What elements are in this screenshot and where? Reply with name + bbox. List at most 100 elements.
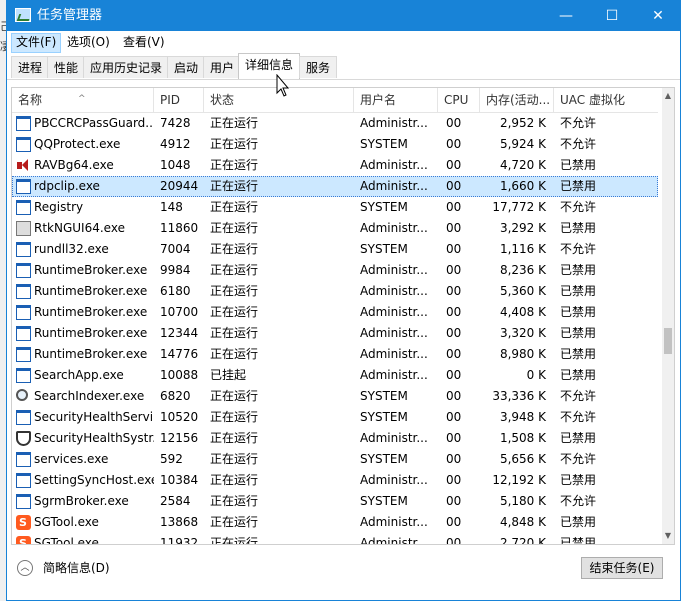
table-row[interactable]: RuntimeBroker.exe 12344 正在运行 Administr... 00… bbox=[12, 323, 658, 344]
process-name: RuntimeBroker.exe bbox=[34, 305, 148, 319]
end-task-button[interactable]: 结束任务(E) bbox=[581, 557, 663, 579]
process-name: SgrmBroker.exe bbox=[34, 494, 129, 508]
scrollbar-thumb[interactable] bbox=[664, 328, 672, 354]
cell-cpu: 00 bbox=[446, 158, 462, 172]
table-row[interactable]: SGTool.exe 11932 正在运行 Administr... 00 2,720 K… bbox=[12, 533, 658, 545]
cell-name: PBCCRCPassGuard... bbox=[12, 113, 154, 134]
details-table: 名称 ^ PID 状态 用户名 CPU 内存(活动... UAC 虚拟化 PBC… bbox=[11, 87, 675, 545]
minimize-button[interactable]: — bbox=[543, 1, 589, 31]
cell-memory: 0 K bbox=[526, 368, 546, 382]
maximize-button[interactable]: ☐ bbox=[589, 1, 635, 31]
cell-memory: 8,980 K bbox=[499, 347, 546, 361]
cell-status: 正在运行 bbox=[210, 326, 259, 340]
process-name: SettingSyncHost.exe bbox=[34, 473, 154, 487]
table-row[interactable]: RuntimeBroker.exe 6180 正在运行 Administr... 00 5… bbox=[12, 281, 658, 302]
table-row[interactable]: rdpclip.exe 20944 正在运行 Administr... 00 1,660 … bbox=[12, 176, 658, 197]
cell-cpu: 00 bbox=[446, 221, 462, 235]
tab-processes[interactable]: 进程 bbox=[11, 56, 50, 78]
cell-memory: 4,848 K bbox=[499, 515, 546, 529]
table-row[interactable]: RuntimeBroker.exe 10700 正在运行 Administr... 00… bbox=[12, 302, 658, 323]
cell-username: Administr... bbox=[360, 284, 428, 298]
cell-cpu: 00 bbox=[446, 494, 462, 508]
window-icon bbox=[16, 368, 31, 383]
cell-cpu: 00 bbox=[446, 473, 462, 487]
table-row[interactable]: SGTool.exe 13868 正在运行 Administr... 00 4,848 K… bbox=[12, 512, 658, 533]
column-header-uac[interactable]: UAC 虚拟化 bbox=[554, 88, 658, 112]
cell-username: SYSTEM bbox=[360, 389, 408, 403]
task-manager-window: 任务管理器 — ☐ ✕ 文件(F) 选项(O) 查看(V) 进程 性能 应用历史… bbox=[6, 0, 681, 601]
cell-pid: 12156 bbox=[160, 431, 199, 445]
table-row[interactable]: RAVBg64.exe 1048 正在运行 Administr... 00 4,720 K… bbox=[12, 155, 658, 176]
column-header-label: 名称 bbox=[18, 93, 43, 107]
table-row[interactable]: SecurityHealthSystr... 12156 正在运行 Administr… bbox=[12, 428, 658, 449]
cell-pid: 11860 bbox=[160, 221, 199, 235]
cell-memory: 2,952 K bbox=[499, 116, 546, 130]
table-row[interactable]: QQProtect.exe 4912 正在运行 SYSTEM 00 5,924 K 不允许 bbox=[12, 134, 658, 155]
menu-options[interactable]: 选项(O) bbox=[63, 33, 114, 51]
audio-icon bbox=[16, 221, 31, 236]
sogou-icon bbox=[16, 512, 31, 533]
process-name: rdpclip.exe bbox=[34, 179, 100, 193]
column-header-username[interactable]: 用户名 bbox=[354, 88, 438, 112]
cell-username: SYSTEM bbox=[360, 410, 408, 424]
table-row[interactable]: SecurityHealthServi... 10520 正在运行 SYSTEM 00 3… bbox=[12, 407, 658, 428]
cell-name: RAVBg64.exe bbox=[12, 155, 154, 176]
process-name: RuntimeBroker.exe bbox=[34, 284, 148, 298]
process-name: RuntimeBroker.exe bbox=[34, 347, 148, 361]
column-header-name[interactable]: 名称 ^ bbox=[12, 88, 154, 112]
tab-services[interactable]: 服务 bbox=[299, 56, 338, 78]
column-header-pid[interactable]: PID bbox=[154, 88, 204, 112]
table-row[interactable]: SgrmBroker.exe 2584 正在运行 SYSTEM 00 5,180 K 不允许 bbox=[12, 491, 658, 512]
menu-file[interactable]: 文件(F) bbox=[11, 33, 62, 53]
cell-memory: 3,292 K bbox=[499, 221, 546, 235]
tab-performance[interactable]: 性能 bbox=[47, 56, 86, 78]
table-row[interactable]: Registry 148 正在运行 SYSTEM 00 17,772 K 不允许 bbox=[12, 197, 658, 218]
cell-username: Administr... bbox=[360, 326, 428, 340]
cell-cpu: 00 bbox=[446, 347, 462, 361]
scroll-down-icon[interactable]: ▼ bbox=[662, 528, 674, 544]
table-row[interactable]: PBCCRCPassGuard... 7428 正在运行 Administr... 00… bbox=[12, 113, 658, 134]
window-icon bbox=[16, 116, 31, 131]
table-row[interactable]: RuntimeBroker.exe 14776 正在运行 Administr... 00… bbox=[12, 344, 658, 365]
column-header-cpu[interactable]: CPU bbox=[438, 88, 480, 112]
tab-users[interactable]: 用户 bbox=[203, 56, 242, 78]
cell-uac: 已禁用 bbox=[560, 179, 597, 193]
cell-memory: 5,180 K bbox=[499, 494, 546, 508]
table-row[interactable]: RtkNGUI64.exe 11860 正在运行 Administr... 00 3,29… bbox=[12, 218, 658, 239]
window-icon bbox=[16, 200, 31, 215]
scroll-up-icon[interactable]: ▲ bbox=[662, 88, 674, 104]
tab-startup[interactable]: 启动 bbox=[167, 56, 206, 78]
cell-status: 正在运行 bbox=[210, 137, 259, 151]
cell-status: 正在运行 bbox=[210, 473, 259, 487]
window-icon bbox=[16, 326, 31, 341]
table-row[interactable]: RuntimeBroker.exe 9984 正在运行 Administr... 00 8… bbox=[12, 260, 658, 281]
cell-uac: 已禁用 bbox=[560, 347, 597, 361]
window-icon bbox=[16, 284, 31, 299]
tab-details[interactable]: 详细信息 bbox=[238, 53, 301, 79]
cell-cpu: 00 bbox=[446, 179, 462, 193]
table-row[interactable]: rundll32.exe 7004 正在运行 SYSTEM 00 1,116 K 不允许 bbox=[12, 239, 658, 260]
window-icon bbox=[16, 263, 31, 278]
menu-view[interactable]: 查看(V) bbox=[119, 33, 169, 51]
title-bar: 任务管理器 — ☐ ✕ bbox=[7, 1, 680, 31]
fewer-details-link[interactable]: 简略信息(D) bbox=[43, 559, 110, 577]
chevron-up-icon[interactable]: ︿ bbox=[17, 560, 33, 576]
table-row[interactable]: SearchApp.exe 10088 已挂起 Administr... 00 0 K 已禁… bbox=[12, 365, 658, 386]
cell-status: 已挂起 bbox=[210, 368, 247, 382]
table-row[interactable]: SettingSyncHost.exe 10384 正在运行 Administr...… bbox=[12, 470, 658, 491]
vertical-scrollbar[interactable]: ▲ ▼ bbox=[662, 88, 674, 544]
cell-cpu: 00 bbox=[446, 242, 462, 256]
column-header-memory[interactable]: 内存(活动... bbox=[480, 88, 554, 112]
process-name: RuntimeBroker.exe bbox=[34, 263, 148, 277]
cell-status: 正在运行 bbox=[210, 389, 259, 403]
cell-memory: 1,660 K bbox=[499, 179, 546, 193]
tab-app-history[interactable]: 应用历史记录 bbox=[83, 56, 170, 78]
cell-memory: 5,360 K bbox=[499, 284, 546, 298]
cell-cpu: 00 bbox=[446, 536, 462, 545]
cell-uac: 已禁用 bbox=[560, 326, 597, 340]
cell-pid: 11932 bbox=[160, 536, 199, 545]
table-row[interactable]: services.exe 592 正在运行 SYSTEM 00 5,656 K 不允许 bbox=[12, 449, 658, 470]
cell-memory: 3,320 K bbox=[499, 326, 546, 340]
table-row[interactable]: SearchIndexer.exe 6820 正在运行 SYSTEM 00 33,336 … bbox=[12, 386, 658, 407]
close-button[interactable]: ✕ bbox=[635, 1, 680, 31]
